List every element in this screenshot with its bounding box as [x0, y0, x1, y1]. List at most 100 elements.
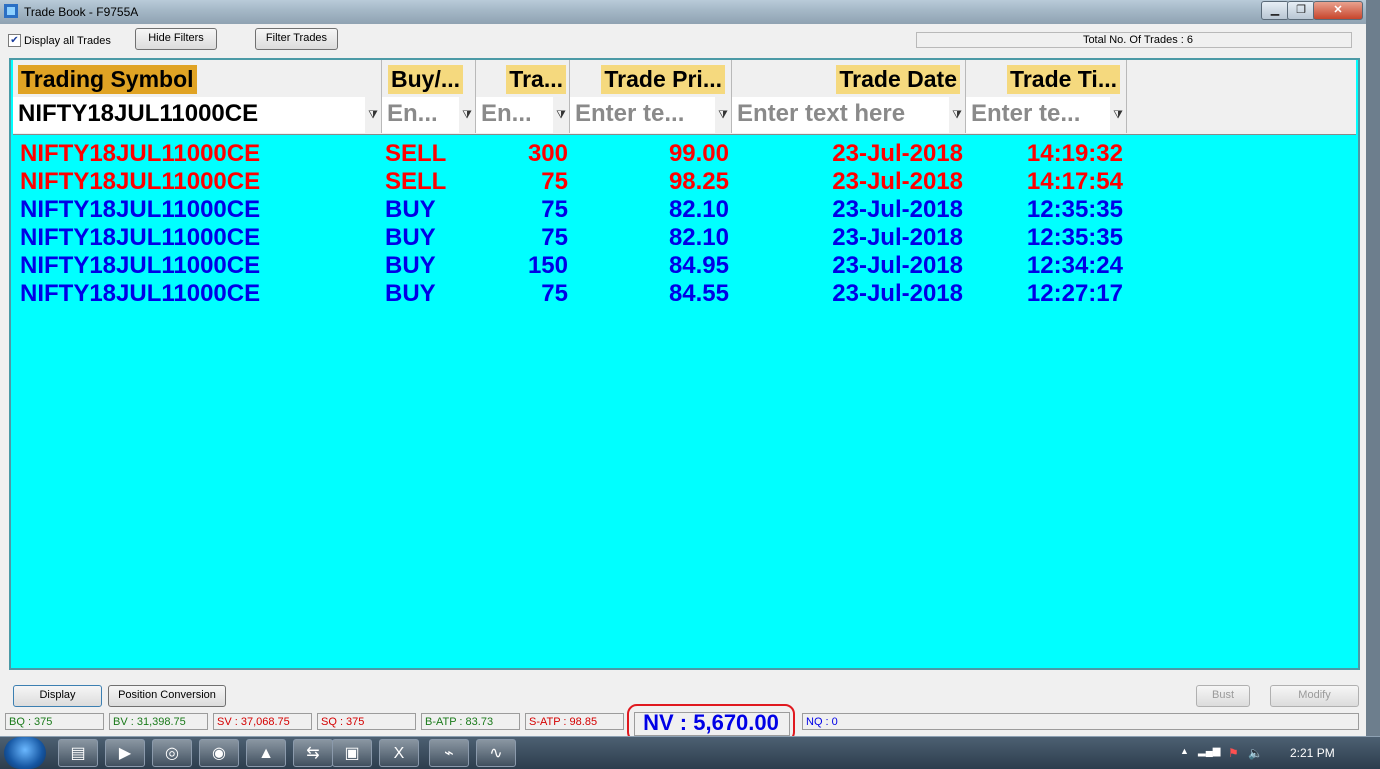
cell-date: 23-Jul-2018 [832, 140, 963, 167]
cell-side: BUY [385, 224, 436, 251]
cell-symbol: NIFTY18JUL11000CE [20, 280, 261, 307]
column-header-trade-price[interactable]: Trade Pri... [570, 60, 732, 97]
checkbox-check-icon[interactable]: ✔ [8, 34, 21, 47]
excel-icon[interactable]: X [379, 739, 419, 767]
cell-price: 98.25 [668, 168, 729, 195]
filter-icon[interactable]: ⧩ [949, 97, 965, 133]
cell-time: 14:19:32 [1026, 140, 1123, 167]
folder-icon[interactable]: ▤ [58, 739, 98, 767]
filter-input-trade-price[interactable] [572, 99, 714, 129]
column-label: Trade Pri... [601, 65, 725, 94]
cell-price: 82.10 [668, 196, 729, 223]
cell-symbol: NIFTY18JUL11000CE [20, 224, 261, 251]
filter-icon[interactable]: ⧩ [459, 97, 475, 133]
column-header-buy-sell[interactable]: Buy/... [382, 60, 476, 97]
filter-input-buy-sell[interactable] [384, 99, 458, 129]
clock[interactable]: 2:21 PM [1290, 746, 1335, 760]
cell-time: 12:35:35 [1026, 196, 1123, 223]
table-row[interactable]: NIFTY18JUL11000CE BUY 75 84.55 23-Jul-20… [13, 280, 1356, 308]
column-header-trade-time[interactable]: Trade Ti... [966, 60, 1127, 97]
cell-time: 12:35:35 [1026, 224, 1123, 251]
status-satp: S-ATP : 98.85 [525, 713, 624, 730]
cell-side: BUY [385, 196, 436, 223]
total-trades-text: Total No. Of Trades : 6 [1082, 34, 1193, 46]
cell-qty: 150 [527, 252, 568, 279]
filter-icon[interactable]: ⧩ [553, 97, 569, 133]
filter-icon[interactable]: ⧩ [365, 97, 381, 133]
display-all-trades-label: Display all Trades [24, 34, 111, 47]
filter-trades-button[interactable]: Filter Trades [255, 28, 338, 50]
status-batp: B-ATP : 83.73 [421, 713, 520, 730]
table-row[interactable]: NIFTY18JUL11000CE SELL 75 98.25 23-Jul-2… [13, 168, 1356, 196]
display-all-trades-checkbox[interactable]: ✔ Display all Trades [8, 34, 111, 47]
trade-book-window: ✔ Display all Trades Hide Filters Filter… [0, 24, 1366, 742]
modify-button[interactable]: Modify [1270, 685, 1359, 707]
lifebuoy-icon[interactable]: ◎ [152, 739, 192, 767]
table-row[interactable]: NIFTY18JUL11000CE SELL 300 99.00 23-Jul-… [13, 140, 1356, 168]
window-app-icon[interactable]: ▣ [332, 739, 372, 767]
cell-date: 23-Jul-2018 [832, 224, 963, 251]
tray-expand-icon[interactable]: ▲ [1180, 746, 1189, 756]
signal-icon[interactable]: ▂▄▆ [1198, 746, 1220, 757]
cell-symbol: NIFTY18JUL11000CE [20, 196, 261, 223]
close-button[interactable]: ✕ [1313, 1, 1363, 20]
filter-cell-trade-time: ⧩ [966, 97, 1127, 133]
status-bq: BQ : 375 [5, 713, 104, 730]
start-button-icon[interactable] [4, 737, 46, 769]
filter-icon[interactable]: ⧩ [1110, 97, 1126, 133]
cell-side: SELL [385, 140, 447, 167]
cell-symbol: NIFTY18JUL11000CE [20, 168, 261, 195]
triangle-app-icon[interactable]: ▲ [246, 739, 286, 767]
cell-price: 84.55 [668, 280, 729, 307]
position-conversion-button[interactable]: Position Conversion [108, 685, 226, 707]
cell-price: 99.00 [668, 140, 729, 167]
filter-cell-trading-symbol: ⧩ [13, 97, 382, 133]
column-label: Trade Date [836, 65, 960, 94]
display-button[interactable]: Display [13, 685, 102, 707]
title-bar: Trade Book - F9755A ▁ ❐ ✕ [0, 0, 1366, 25]
column-header-trading-symbol[interactable]: Trading Symbol [13, 60, 382, 97]
volume-icon[interactable]: 🔈 [1248, 746, 1263, 760]
chart-app-icon[interactable]: ∿ [476, 739, 516, 767]
cell-side: BUY [385, 252, 436, 279]
cell-qty: 75 [541, 196, 568, 223]
total-trades-box: Total No. Of Trades : 6 [916, 32, 1352, 48]
maximize-button[interactable]: ❐ [1287, 1, 1315, 20]
cell-time: 12:34:24 [1026, 252, 1123, 279]
column-label: Tra... [506, 65, 566, 94]
cell-qty: 300 [527, 140, 568, 167]
status-sv: SV : 37,068.75 [213, 713, 312, 730]
filter-input-trading-symbol[interactable] [15, 99, 360, 129]
media-player-icon[interactable]: ▶ [105, 739, 145, 767]
network-app-icon[interactable]: ⇆ [293, 739, 333, 767]
filter-input-trade-date[interactable] [734, 99, 948, 129]
table-row[interactable]: NIFTY18JUL11000CE BUY 150 84.95 23-Jul-2… [13, 252, 1356, 280]
cell-date: 23-Jul-2018 [832, 168, 963, 195]
filter-icon[interactable]: ⧩ [715, 97, 731, 133]
filter-cell-trade-price: ⧩ [570, 97, 732, 133]
acrobat-icon[interactable]: ⌁ [429, 739, 469, 767]
trade-grid: Trading Symbol Buy/... Tra... Trade Pri.… [9, 58, 1360, 670]
chrome-icon[interactable]: ◉ [199, 739, 239, 767]
action-center-flag-icon[interactable]: ⚑ [1228, 746, 1239, 760]
cell-side: BUY [385, 280, 436, 307]
cell-qty: 75 [541, 224, 568, 251]
minimize-button[interactable]: ▁ [1261, 1, 1289, 20]
table-row[interactable]: NIFTY18JUL11000CE BUY 75 82.10 23-Jul-20… [13, 224, 1356, 252]
bust-button[interactable]: Bust [1196, 685, 1250, 707]
table-row[interactable]: NIFTY18JUL11000CE BUY 75 82.10 23-Jul-20… [13, 196, 1356, 224]
hide-filters-button[interactable]: Hide Filters [135, 28, 217, 50]
filter-input-trade-qty[interactable] [478, 99, 552, 129]
system-tray: ▲ ▂▄▆ ⚑ 🔈 2:21 PM [1176, 737, 1380, 769]
filter-input-trade-time[interactable] [968, 99, 1109, 129]
column-header-trade-date[interactable]: Trade Date [732, 60, 966, 97]
cell-date: 23-Jul-2018 [832, 252, 963, 279]
cell-side: SELL [385, 168, 447, 195]
window-title: Trade Book - F9755A [24, 5, 139, 19]
cell-price: 84.95 [668, 252, 729, 279]
column-header-trade-qty[interactable]: Tra... [476, 60, 570, 97]
filter-cell-trade-date: ⧩ [732, 97, 966, 133]
cell-qty: 75 [541, 168, 568, 195]
cell-time: 14:17:54 [1026, 168, 1123, 195]
column-label: Trade Ti... [1007, 65, 1120, 94]
